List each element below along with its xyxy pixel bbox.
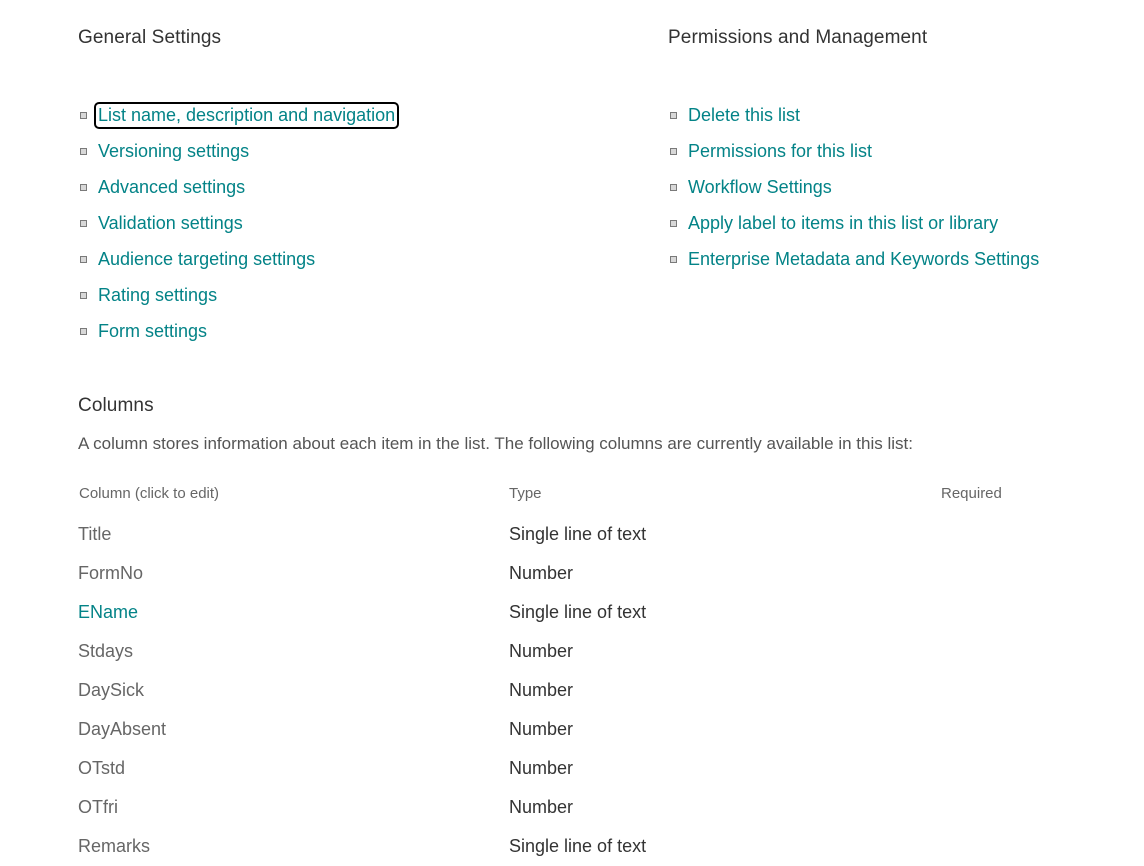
- permissions-management-link[interactable]: Delete this list: [686, 104, 802, 127]
- square-bullet-icon: [80, 327, 87, 335]
- table-row: FormNo Number: [78, 554, 1078, 593]
- table-row: Stdays Number: [78, 632, 1078, 671]
- square-bullet-icon: [80, 147, 87, 155]
- general-settings-link[interactable]: Form settings: [96, 320, 209, 343]
- column-name-link[interactable]: DayAbsent: [78, 719, 166, 740]
- square-bullet-icon: [670, 111, 677, 119]
- general-settings-item: Validation settings: [80, 205, 397, 241]
- columns-table: Title Single line of text FormNo Number ENam…: [78, 515, 1078, 866]
- column-name-link[interactable]: Stdays: [78, 641, 133, 662]
- column-name-link[interactable]: Remarks: [78, 836, 150, 857]
- column-name-link[interactable]: OTfri: [78, 797, 118, 818]
- column-name-link[interactable]: OTstd: [78, 758, 125, 779]
- column-type: Number: [509, 680, 574, 700]
- general-settings-link[interactable]: Versioning settings: [96, 140, 251, 163]
- general-settings-item: Advanced settings: [80, 169, 397, 205]
- square-bullet-icon: [80, 219, 87, 227]
- square-bullet-icon: [80, 183, 87, 191]
- permissions-management-item: Delete this list: [670, 97, 1041, 133]
- column-type: Number: [509, 641, 574, 661]
- general-settings-link[interactable]: Rating settings: [96, 284, 219, 307]
- column-name-link[interactable]: DaySick: [78, 680, 144, 701]
- permissions-management-heading: Permissions and Management: [668, 27, 928, 48]
- general-settings-list: List name, description and navigation Ver…: [80, 97, 400, 349]
- general-settings-link[interactable]: Audience targeting settings: [96, 248, 317, 271]
- general-settings-item: List name, description and navigation: [80, 97, 400, 133]
- columns-heading: Columns: [78, 395, 154, 416]
- permissions-management-link[interactable]: Workflow Settings: [686, 176, 834, 199]
- square-bullet-icon: [670, 147, 677, 155]
- column-header-required: Required: [941, 485, 1002, 502]
- general-settings-link[interactable]: Advanced settings: [96, 176, 247, 199]
- column-type: Single line of text: [509, 524, 647, 544]
- permissions-management-item: Apply label to items in this list or lib…: [670, 205, 1041, 241]
- square-bullet-icon: [80, 255, 87, 263]
- permissions-management-item: Permissions for this list: [670, 133, 1041, 169]
- general-settings-item: Audience targeting settings: [80, 241, 397, 277]
- column-name-link[interactable]: Title: [78, 524, 111, 545]
- square-bullet-icon: [670, 219, 677, 227]
- general-settings-heading: General Settings: [78, 27, 222, 48]
- table-row: EName Single line of text: [78, 593, 1078, 632]
- column-name-link[interactable]: FormNo: [78, 563, 143, 584]
- general-settings-item: Rating settings: [80, 277, 397, 313]
- permissions-management-item: Enterprise Metadata and Keywords Setting…: [670, 241, 1041, 277]
- permissions-management-list: Delete this list Permissions for this lis…: [670, 97, 1041, 277]
- column-type: Single line of text: [509, 602, 647, 622]
- table-row: Title Single line of text: [78, 515, 1078, 554]
- column-type: Number: [509, 797, 574, 817]
- columns-description: A column stores information about each i…: [78, 434, 913, 453]
- column-type: Single line of text: [509, 836, 647, 856]
- table-row: DayAbsent Number: [78, 710, 1078, 749]
- table-row: DaySick Number: [78, 671, 1078, 710]
- column-header-type: Type: [509, 485, 542, 502]
- table-row: Remarks Single line of text: [78, 827, 1078, 866]
- table-row: OTstd Number: [78, 749, 1078, 788]
- column-name-link[interactable]: EName: [78, 602, 138, 623]
- square-bullet-icon: [80, 291, 87, 299]
- column-header-name: Column (click to edit): [79, 485, 220, 502]
- permissions-management-link[interactable]: Apply label to items in this list or lib…: [686, 212, 1000, 235]
- square-bullet-icon: [670, 255, 677, 263]
- permissions-management-link[interactable]: Permissions for this list: [686, 140, 874, 163]
- permissions-management-item: Workflow Settings: [670, 169, 1041, 205]
- general-settings-link[interactable]: List name, description and navigation: [93, 101, 400, 129]
- general-settings-item: Form settings: [80, 313, 397, 349]
- square-bullet-icon: [670, 183, 677, 191]
- square-bullet-icon: [80, 111, 87, 119]
- column-type: Number: [509, 758, 574, 778]
- general-settings-link[interactable]: Validation settings: [96, 212, 245, 235]
- table-row: OTfri Number: [78, 788, 1078, 827]
- permissions-management-link[interactable]: Enterprise Metadata and Keywords Setting…: [686, 248, 1041, 271]
- column-type: Number: [509, 563, 574, 583]
- general-settings-item: Versioning settings: [80, 133, 397, 169]
- column-type: Number: [509, 719, 574, 739]
